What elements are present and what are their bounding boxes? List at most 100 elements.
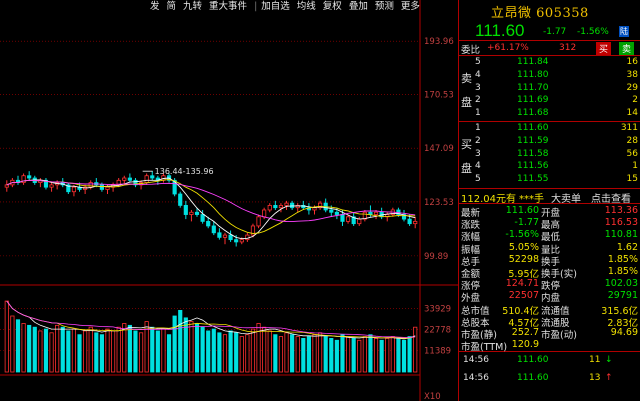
sells-row: 3 111.70 29 bbox=[459, 83, 640, 96]
volume-bar bbox=[334, 339, 339, 373]
sells-level: 4 bbox=[475, 69, 481, 80]
candle-body bbox=[256, 216, 261, 227]
quote-row: 最新 111.60 开盘 113.36 bbox=[459, 205, 640, 219]
volume-bar bbox=[49, 332, 54, 373]
volume-bar bbox=[178, 309, 183, 373]
price-change-pct: -1.56% bbox=[577, 27, 609, 37]
candle-body bbox=[99, 184, 104, 190]
board-badge: 陆 bbox=[619, 26, 629, 37]
price-tick-label: 99.89 bbox=[424, 252, 448, 262]
tick-volume: 11 bbox=[589, 355, 601, 366]
candle-body bbox=[340, 214, 345, 222]
candle-body bbox=[27, 175, 32, 179]
volume-bar bbox=[77, 334, 82, 373]
sells-price: 111.69 bbox=[517, 95, 549, 106]
candle-body bbox=[178, 193, 183, 206]
volume-bar bbox=[362, 336, 367, 373]
sell-orderbook: 卖 盘 5 111.84 16 4 111.80 38 3 111.70 29 2 111.69 2 1… bbox=[459, 56, 640, 122]
volume-bar bbox=[273, 334, 278, 373]
volume-bar bbox=[217, 332, 222, 373]
buys-price: 111.55 bbox=[517, 174, 549, 185]
quote-row: 市盈(TTM) 120.9 bbox=[459, 339, 640, 353]
quote-value: 22507 bbox=[508, 290, 539, 302]
tick-arrow: ↓ bbox=[605, 355, 613, 366]
volume-bar bbox=[111, 330, 116, 373]
volume-bar bbox=[278, 336, 284, 373]
volume-bar bbox=[71, 328, 77, 373]
volume-bar bbox=[323, 336, 328, 373]
sells-price: 111.80 bbox=[517, 69, 549, 80]
price-tick-label: 193.96 bbox=[424, 37, 454, 47]
volume-bar bbox=[4, 300, 9, 373]
quote-value: 124.71 bbox=[505, 278, 539, 290]
volume-bar bbox=[373, 337, 379, 373]
volume-bar bbox=[385, 337, 390, 373]
kline-chart-panel[interactable]: 发 简 九转 重大事件 | 加自选 均线 复权 叠加 预测 更多 193.96 1… bbox=[0, 0, 458, 401]
volume-bar bbox=[267, 330, 272, 373]
candle-body bbox=[228, 234, 233, 241]
big-order-link[interactable]: 点击查看 bbox=[591, 190, 631, 205]
quote-value: 120.9 bbox=[511, 339, 539, 351]
tick-volume: 13 bbox=[589, 373, 601, 384]
quote-value: 29791 bbox=[607, 290, 638, 302]
volume-bar bbox=[312, 334, 317, 373]
candle-body bbox=[150, 175, 155, 179]
quote-value: -1.77 bbox=[514, 217, 539, 229]
candle-body bbox=[49, 184, 54, 188]
quote-value: 116.53 bbox=[604, 217, 638, 229]
sells-price: 111.70 bbox=[517, 82, 549, 93]
volume-bar bbox=[206, 330, 211, 373]
big-order-bar: 112.04元有 ***手 大卖单 点击查看 bbox=[459, 189, 640, 205]
volume-bar bbox=[194, 323, 200, 373]
volume-bar bbox=[99, 334, 104, 373]
quote-value: 1.85% bbox=[607, 265, 638, 277]
buys-volume: 311 bbox=[620, 123, 638, 133]
volume-bar bbox=[368, 334, 373, 373]
buy-button[interactable]: 买 bbox=[596, 42, 612, 55]
quote-sidebar: 立昂微 605358 111.60 -1.77 -1.56% 陆 委比 +61.… bbox=[458, 0, 640, 401]
candle-body bbox=[217, 232, 222, 238]
candle-body bbox=[273, 205, 278, 209]
quote-row: 涨跌 -1.77 最高 116.53 bbox=[459, 217, 640, 231]
volume-bar bbox=[234, 332, 239, 373]
buys-price: 111.59 bbox=[517, 135, 549, 146]
volume-bar bbox=[133, 330, 138, 373]
sells-volume: 38 bbox=[626, 69, 638, 80]
volume-bar bbox=[138, 332, 144, 373]
quote-row: 金额 5.95亿 换手(实) 1.85% bbox=[459, 265, 640, 280]
candle-body bbox=[334, 211, 339, 215]
quote-value: 110.81 bbox=[604, 229, 638, 241]
big-order-price: 112.04元有 bbox=[461, 194, 516, 205]
sell-button[interactable]: 卖 bbox=[619, 42, 635, 55]
quote-value: 52298 bbox=[508, 253, 539, 265]
volume-bar bbox=[122, 323, 127, 373]
kline-svg[interactable]: 193.96 170.53 147.09 123.53 99.89 33929 22778 1… bbox=[0, 0, 458, 401]
candle-body bbox=[234, 239, 239, 243]
volume-bar bbox=[27, 324, 32, 373]
quote-row: 涨幅 -1.56% 最低 110.81 bbox=[459, 229, 640, 243]
candle-body bbox=[144, 175, 149, 183]
volume-bar bbox=[413, 326, 418, 373]
volume-bar bbox=[222, 334, 228, 373]
volume-bar bbox=[211, 328, 216, 373]
price-tick-label: 123.53 bbox=[424, 198, 454, 208]
sells-row: 2 111.69 2 bbox=[459, 95, 640, 108]
candle-body bbox=[290, 202, 295, 209]
volume-bar bbox=[83, 330, 88, 373]
volume-bar bbox=[295, 336, 300, 373]
quote-value: 252.7 bbox=[511, 326, 539, 338]
candle-body bbox=[127, 177, 132, 181]
sells-row: 1 111.68 14 bbox=[459, 108, 640, 121]
sells-level: 5 bbox=[475, 57, 481, 67]
buys-volume: 28 bbox=[626, 135, 638, 146]
sells-row: 5 111.84 16 bbox=[459, 57, 640, 70]
quote-value: 1.85% bbox=[607, 253, 638, 265]
buys-row: 2 111.59 28 bbox=[459, 136, 640, 149]
volume-bar bbox=[290, 334, 295, 373]
candle-body bbox=[211, 225, 216, 234]
volume-bar bbox=[183, 317, 188, 373]
volume-bar bbox=[32, 326, 37, 373]
volume-tick-label: 11389 bbox=[424, 347, 451, 357]
volume-bar bbox=[379, 339, 384, 373]
sells-volume: 2 bbox=[632, 95, 638, 106]
